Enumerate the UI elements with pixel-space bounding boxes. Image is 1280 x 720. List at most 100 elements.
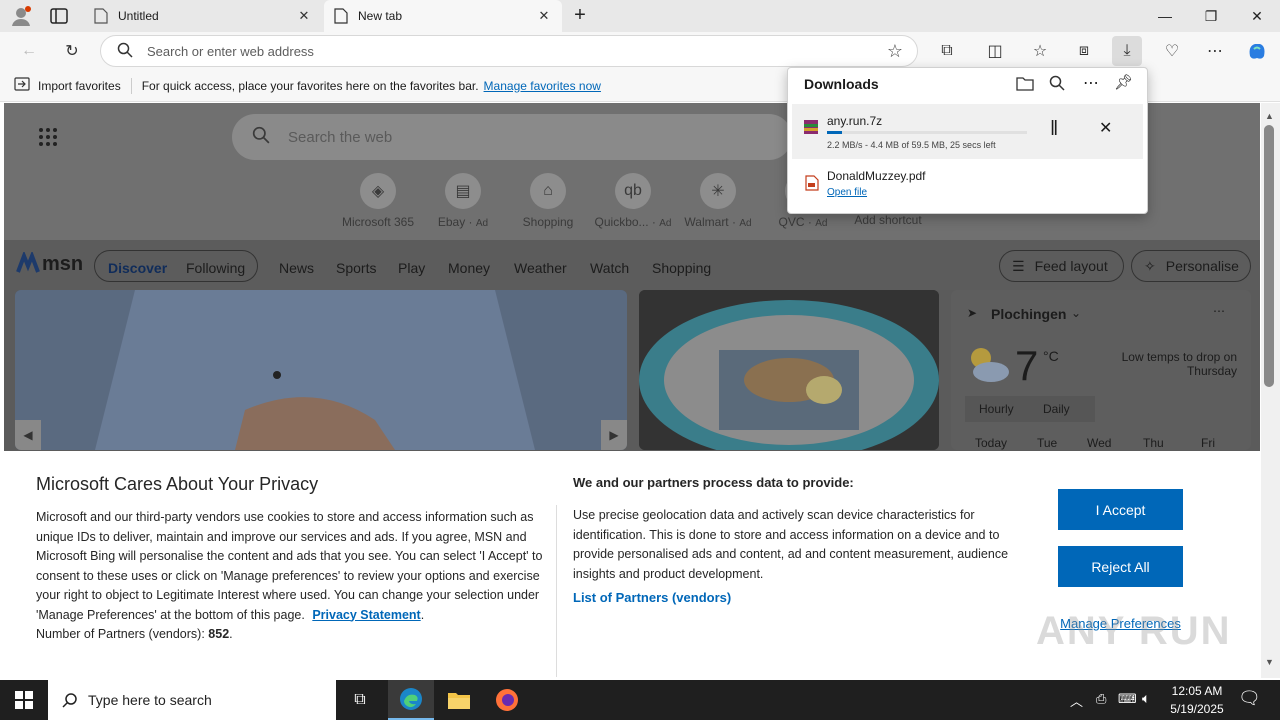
weather-location[interactable]: Plochingen bbox=[991, 306, 1066, 322]
address-placeholder: Search or enter web address bbox=[147, 43, 314, 59]
msn-logo[interactable]: msn bbox=[16, 252, 83, 276]
reject-all-button[interactable]: Reject All bbox=[1058, 546, 1183, 587]
shortcut-label: Walmart bbox=[684, 215, 729, 229]
extensions-icon[interactable]: ⧉ bbox=[932, 36, 962, 66]
archive-file-icon bbox=[803, 119, 819, 138]
close-window-button[interactable]: ✕ bbox=[1234, 0, 1280, 32]
ad-badge: Ad bbox=[659, 218, 672, 229]
nav-sports[interactable]: Sports bbox=[336, 260, 376, 276]
personalise-button[interactable]: ✧ Personalise bbox=[1131, 250, 1251, 282]
tab-daily[interactable]: Daily bbox=[1043, 402, 1070, 416]
more-options-icon[interactable]: ⋯ bbox=[1083, 73, 1099, 93]
web-search-input[interactable]: Search the web bbox=[232, 114, 792, 160]
shortcut-microsoft-365[interactable]: ◈ Microsoft 365 bbox=[338, 173, 418, 229]
tab-label: New tab bbox=[358, 9, 403, 23]
accept-button[interactable]: I Accept bbox=[1058, 489, 1183, 530]
clock-time[interactable]: 12:05 AM bbox=[1170, 684, 1224, 698]
privacy-divider bbox=[556, 505, 557, 677]
tab-label: Untitled bbox=[118, 9, 159, 23]
manage-favorites-link[interactable]: Manage favorites now bbox=[484, 79, 601, 93]
nav-shopping[interactable]: Shopping bbox=[652, 260, 711, 276]
downloads-icon[interactable]: ⤓ bbox=[1112, 36, 1142, 66]
day-wed: Wed bbox=[1087, 436, 1112, 450]
tab-following[interactable]: Following bbox=[186, 260, 245, 276]
restore-button[interactable]: ❐ bbox=[1188, 0, 1234, 32]
new-tab-button[interactable]: + bbox=[568, 4, 592, 28]
cancel-download-icon[interactable]: ✕ bbox=[1099, 118, 1112, 138]
download-item-any-run[interactable]: any.run.7z 2.2 MB/s - 4.4 MB of 59.5 MB,… bbox=[792, 104, 1143, 159]
feed-layout-button[interactable]: ☰ Feed layout bbox=[999, 250, 1124, 282]
scroll-thumb[interactable] bbox=[1264, 125, 1274, 387]
nav-news[interactable]: News bbox=[279, 260, 314, 276]
nav-watch[interactable]: Watch bbox=[590, 260, 629, 276]
carousel-prev-icon[interactable]: ◀ bbox=[15, 420, 41, 450]
firefox-icon[interactable] bbox=[484, 680, 530, 720]
split-screen-icon[interactable]: ◫ bbox=[980, 36, 1010, 66]
taskbar-search-box[interactable]: Type here to search bbox=[48, 680, 336, 720]
privacy-statement-link[interactable]: Privacy Statement bbox=[312, 608, 420, 622]
import-icon bbox=[14, 77, 32, 94]
device-icon[interactable]: ⎙ bbox=[1096, 691, 1106, 707]
profile-icon[interactable] bbox=[10, 5, 32, 27]
food-story-card[interactable] bbox=[639, 290, 939, 450]
list-of-partners-link[interactable]: List of Partners (vendors) bbox=[573, 590, 731, 605]
show-hidden-icons[interactable]: ︿ bbox=[1070, 691, 1083, 710]
page-scrollbar[interactable]: ▲ ▼ bbox=[1261, 103, 1280, 678]
favorites-icon[interactable]: ☆ bbox=[1025, 36, 1055, 66]
scroll-up-icon[interactable]: ▲ bbox=[1265, 111, 1274, 121]
browser-essentials-icon[interactable]: ♡ bbox=[1157, 36, 1187, 66]
tab-hourly[interactable]: Hourly bbox=[979, 402, 1014, 416]
pause-icon[interactable]: ‖ bbox=[1050, 118, 1058, 141]
download-item-pdf[interactable]: DonaldMuzzey.pdf Open file bbox=[792, 164, 1143, 208]
close-tab-icon[interactable]: ✕ bbox=[296, 8, 312, 24]
download-progress-fill bbox=[827, 131, 842, 134]
shortcut-quickbooks[interactable]: qb Quickbo... · Ad bbox=[593, 173, 673, 229]
start-button[interactable] bbox=[0, 680, 48, 720]
tab-actions-icon[interactable] bbox=[50, 8, 68, 24]
more-menu-icon[interactable]: ⋯ bbox=[1200, 36, 1230, 66]
add-shortcut-button[interactable]: Add shortcut bbox=[848, 213, 928, 227]
weather-temp: 7 bbox=[1015, 342, 1039, 389]
pin-icon[interactable]: 📌︎ bbox=[1114, 73, 1133, 91]
apps-grid-icon[interactable] bbox=[38, 127, 58, 147]
clock-date[interactable]: 5/19/2025 bbox=[1166, 702, 1228, 716]
hero-story-card[interactable]: ◀ ▶ bbox=[15, 290, 627, 450]
volume-icon[interactable]: 🔈︎ bbox=[1142, 690, 1150, 707]
address-bar[interactable]: Search or enter web address ☆ bbox=[100, 35, 918, 67]
favorite-star-icon[interactable]: ☆ bbox=[887, 41, 903, 62]
cloudy-moon-icon bbox=[965, 344, 1013, 387]
import-favorites-button[interactable]: Import favorites bbox=[38, 79, 121, 93]
close-tab-icon[interactable]: ✕ bbox=[536, 8, 552, 24]
windows-taskbar: Type here to search ⧉ ︿ ⎙ ⌨ 🔈︎ 12:05 AM … bbox=[0, 680, 1280, 720]
search-downloads-icon[interactable] bbox=[1049, 75, 1065, 94]
collections-icon[interactable]: ⧈ bbox=[1069, 36, 1099, 66]
notifications-icon[interactable]: 🗨︎ bbox=[1238, 688, 1261, 709]
refresh-icon[interactable]: ↻ bbox=[57, 36, 87, 66]
shortcut-label: Shopping bbox=[522, 215, 574, 229]
copilot-icon[interactable] bbox=[1242, 36, 1272, 66]
edge-taskbar-icon[interactable] bbox=[388, 680, 434, 720]
nav-money[interactable]: Money bbox=[448, 260, 490, 276]
weather-card[interactable]: ➤ Plochingen ⌄ ⋯ 7 °C Low temps to drop … bbox=[951, 290, 1251, 450]
tab-untitled[interactable]: Untitled ✕ bbox=[84, 0, 322, 32]
nav-weather[interactable]: Weather bbox=[514, 260, 567, 276]
tab-discover[interactable]: Discover bbox=[108, 260, 167, 276]
tab-new-tab[interactable]: New tab ✕ bbox=[324, 0, 562, 32]
open-folder-icon[interactable] bbox=[1016, 75, 1034, 94]
more-options-icon[interactable]: ⋯ bbox=[1213, 304, 1225, 318]
shortcut-walmart[interactable]: ✳ Walmart · Ad bbox=[678, 173, 758, 229]
minimize-button[interactable]: — bbox=[1142, 0, 1188, 32]
carousel-next-icon[interactable]: ▶ bbox=[601, 420, 627, 450]
network-icon[interactable]: ⌨ bbox=[1118, 691, 1137, 707]
download-progress-track bbox=[827, 131, 1027, 134]
shortcut-ebay[interactable]: ▤ Ebay · Ad bbox=[423, 173, 503, 229]
scroll-down-icon[interactable]: ▼ bbox=[1265, 657, 1274, 667]
chevron-down-icon[interactable]: ⌄ bbox=[1071, 306, 1081, 320]
shortcut-shopping[interactable]: ⌂ Shopping bbox=[508, 173, 588, 229]
personalise-icon: ✧ bbox=[1144, 257, 1156, 274]
open-file-link[interactable]: Open file bbox=[827, 187, 867, 198]
file-explorer-icon[interactable] bbox=[436, 680, 482, 720]
task-view-icon[interactable]: ⧉ bbox=[340, 680, 380, 720]
back-icon[interactable]: ← bbox=[14, 36, 44, 66]
nav-play[interactable]: Play bbox=[398, 260, 425, 276]
